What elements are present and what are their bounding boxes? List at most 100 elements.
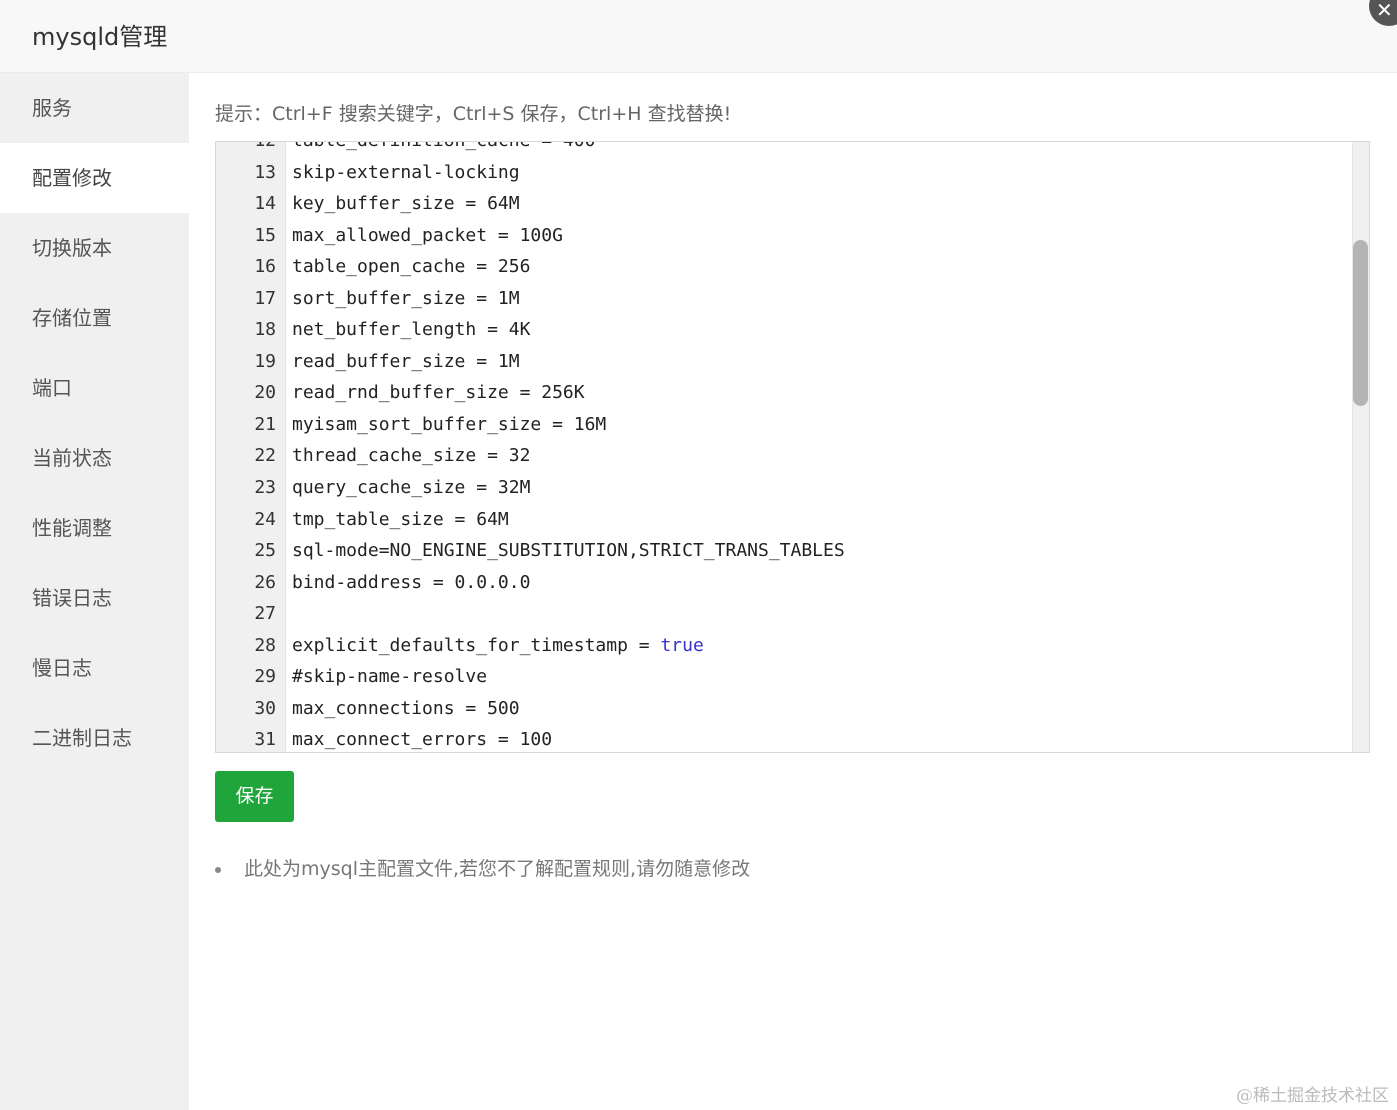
sidebar-item-slow-log[interactable]: 慢日志	[0, 633, 189, 703]
line-number: 19	[254, 350, 276, 372]
code-line[interactable]: 22 thread_cache_size = 32	[216, 440, 1351, 472]
sidebar-item-port[interactable]: 端口	[0, 353, 189, 423]
code-text[interactable]: query_cache_size = 32M	[292, 472, 530, 504]
code-content[interactable]: sort_buffer_size = 1M	[292, 288, 520, 309]
close-icon[interactable]: ✕	[1376, 0, 1393, 20]
sidebar-item-config-edit[interactable]: 配置修改	[0, 143, 189, 213]
code-content[interactable]: net_buffer_length = 4K	[292, 319, 530, 340]
watermark: @稀土掘金技术社区	[1236, 1086, 1389, 1106]
code-content[interactable]: key_buffer_size = 64M	[292, 193, 520, 214]
code-text[interactable]: bind-address = 0.0.0.0	[292, 567, 530, 599]
sidebar-item-error-log[interactable]: 错误日志	[0, 563, 189, 633]
code-text[interactable]: tmp_table_size = 64M	[292, 504, 509, 536]
sidebar-item-binary-log[interactable]: 二进制日志	[0, 703, 189, 773]
code-text[interactable]: key_buffer_size = 64M	[292, 188, 520, 220]
code-line[interactable]: 15 max_allowed_packet = 100G	[216, 220, 1351, 252]
line-number: 18	[254, 319, 276, 341]
code-text[interactable]: max_connect_errors = 100	[292, 724, 552, 752]
code-line[interactable]: 12 table_definition_cache = 400	[216, 142, 1351, 157]
code-content[interactable]: query_cache_size = 32M	[292, 477, 530, 498]
window-title: mysqld管理	[32, 23, 168, 51]
line-number: 17	[254, 287, 276, 309]
code-content[interactable]: table_definition_cache = 400	[292, 142, 595, 151]
code-text[interactable]: table_open_cache = 256	[292, 251, 530, 283]
code-text[interactable]: net_buffer_length = 4K	[292, 314, 530, 346]
code-text[interactable]: explicit_defaults_for_timestamp = true	[292, 630, 704, 662]
editor-scrollbar[interactable]	[1352, 142, 1369, 752]
line-number: 16	[254, 256, 276, 278]
code-content[interactable]: myisam_sort_buffer_size = 16M	[292, 414, 606, 435]
line-number: 12	[216, 142, 276, 157]
line-number: 25	[254, 540, 276, 562]
sidebar: 服务 配置修改 切换版本 存储位置 端口 当前状态 性能调整 错误日志 慢日志 …	[0, 73, 189, 1110]
code-line[interactable]: 26 bind-address = 0.0.0.0	[216, 567, 1351, 599]
editor-lines[interactable]: 12 table_definition_cache = 400 13 skip-ext…	[216, 142, 1351, 752]
code-line[interactable]: 14 key_buffer_size = 64M	[216, 188, 1351, 220]
code-content[interactable]: max_connect_errors = 100	[292, 729, 552, 750]
code-line[interactable]: 24 tmp_table_size = 64M	[216, 504, 1351, 536]
note-text: 此处为mysql主配置文件,若您不了解配置规则,请勿随意修改	[244, 858, 751, 880]
code-line[interactable]: 21 myisam_sort_buffer_size = 16M	[216, 409, 1351, 441]
code-line[interactable]: 30 max_connections = 500	[216, 693, 1351, 725]
code-text[interactable]: sql-mode=NO_ENGINE_SUBSTITUTION,STRICT_T…	[292, 535, 845, 567]
code-line[interactable]: 18 net_buffer_length = 4K	[216, 314, 1351, 346]
line-number: 26	[254, 571, 276, 593]
code-line[interactable]: 17 sort_buffer_size = 1M	[216, 283, 1351, 315]
line-number: 22	[254, 445, 276, 467]
code-text[interactable]: sort_buffer_size = 1M	[292, 283, 520, 315]
code-line[interactable]: 20 read_rnd_buffer_size = 256K	[216, 377, 1351, 409]
line-number: 28	[254, 634, 276, 656]
code-content[interactable]: tmp_table_size = 64M	[292, 509, 509, 530]
code-content[interactable]: explicit_defaults_for_timestamp =	[292, 635, 660, 656]
line-number: 14	[254, 193, 276, 215]
code-text[interactable]: read_rnd_buffer_size = 256K	[292, 377, 585, 409]
code-content[interactable]: #skip-name-resolve	[292, 666, 487, 687]
sidebar-item-service[interactable]: 服务	[0, 73, 189, 143]
code-keyword[interactable]: true	[660, 635, 703, 656]
sidebar-item-current-status[interactable]: 当前状态	[0, 423, 189, 493]
code-text[interactable]: thread_cache_size = 32	[292, 440, 530, 472]
code-line[interactable]: 19 read_buffer_size = 1M	[216, 346, 1351, 378]
code-text[interactable]: max_connections = 500	[292, 693, 520, 725]
shortcut-hint: 提示：Ctrl+F 搜索关键字，Ctrl+S 保存，Ctrl+H 查找替换!	[215, 103, 732, 125]
code-content[interactable]: sql-mode=NO_ENGINE_SUBSTITUTION,STRICT_T…	[292, 540, 845, 561]
code-text[interactable]: myisam_sort_buffer_size = 16M	[292, 409, 606, 441]
editor-scrollbar-thumb[interactable]	[1353, 240, 1368, 406]
line-number: 13	[254, 161, 276, 183]
code-content[interactable]: max_allowed_packet = 100G	[292, 225, 563, 246]
line-number: 15	[254, 224, 276, 246]
code-line[interactable]: 13 skip-external-locking	[216, 157, 1351, 189]
code-content[interactable]: read_rnd_buffer_size = 256K	[292, 382, 585, 403]
code-content[interactable]: read_buffer_size = 1M	[292, 351, 520, 372]
code-content[interactable]: skip-external-locking	[292, 162, 520, 183]
line-number: 29	[254, 666, 276, 688]
main-panel: 提示：Ctrl+F 搜索关键字，Ctrl+S 保存，Ctrl+H 查找替换! 1…	[189, 73, 1397, 1110]
code-content[interactable]: bind-address = 0.0.0.0	[292, 572, 530, 593]
code-line[interactable]: 27	[216, 598, 1351, 630]
code-line[interactable]: 25 sql-mode=NO_ENGINE_SUBSTITUTION,STRICT…	[216, 535, 1351, 567]
code-line[interactable]: 28 explicit_defaults_for_timestamp = true	[216, 630, 1351, 662]
line-number: 21	[254, 413, 276, 435]
line-number: 30	[254, 697, 276, 719]
line-number: 23	[254, 477, 276, 499]
code-line[interactable]: 16 table_open_cache = 256	[216, 251, 1351, 283]
code-content[interactable]: thread_cache_size = 32	[292, 445, 530, 466]
save-button[interactable]: 保存	[215, 771, 294, 822]
code-line[interactable]: 29 #skip-name-resolve	[216, 661, 1351, 693]
code-line[interactable]: 23 query_cache_size = 32M	[216, 472, 1351, 504]
bullet-icon	[215, 867, 221, 873]
sidebar-item-storage-location[interactable]: 存储位置	[0, 283, 189, 353]
code-text[interactable]: read_buffer_size = 1M	[292, 346, 520, 378]
code-content[interactable]: table_open_cache = 256	[292, 256, 530, 277]
code-text[interactable]: skip-external-locking	[292, 157, 520, 189]
close-button[interactable]: ✕	[1369, 0, 1397, 26]
config-editor[interactable]: 12 table_definition_cache = 400 13 skip-ext…	[215, 141, 1370, 753]
code-content[interactable]: max_connections = 500	[292, 698, 520, 719]
sidebar-item-performance-tuning[interactable]: 性能调整	[0, 493, 189, 563]
code-text[interactable]: max_allowed_packet = 100G	[292, 220, 563, 252]
code-text[interactable]: #skip-name-resolve	[292, 661, 487, 693]
code-line[interactable]: 31 max_connect_errors = 100	[216, 724, 1351, 752]
sidebar-item-switch-version[interactable]: 切换版本	[0, 213, 189, 283]
line-number: 24	[254, 508, 276, 530]
code-text[interactable]: table_definition_cache = 400	[292, 142, 595, 157]
